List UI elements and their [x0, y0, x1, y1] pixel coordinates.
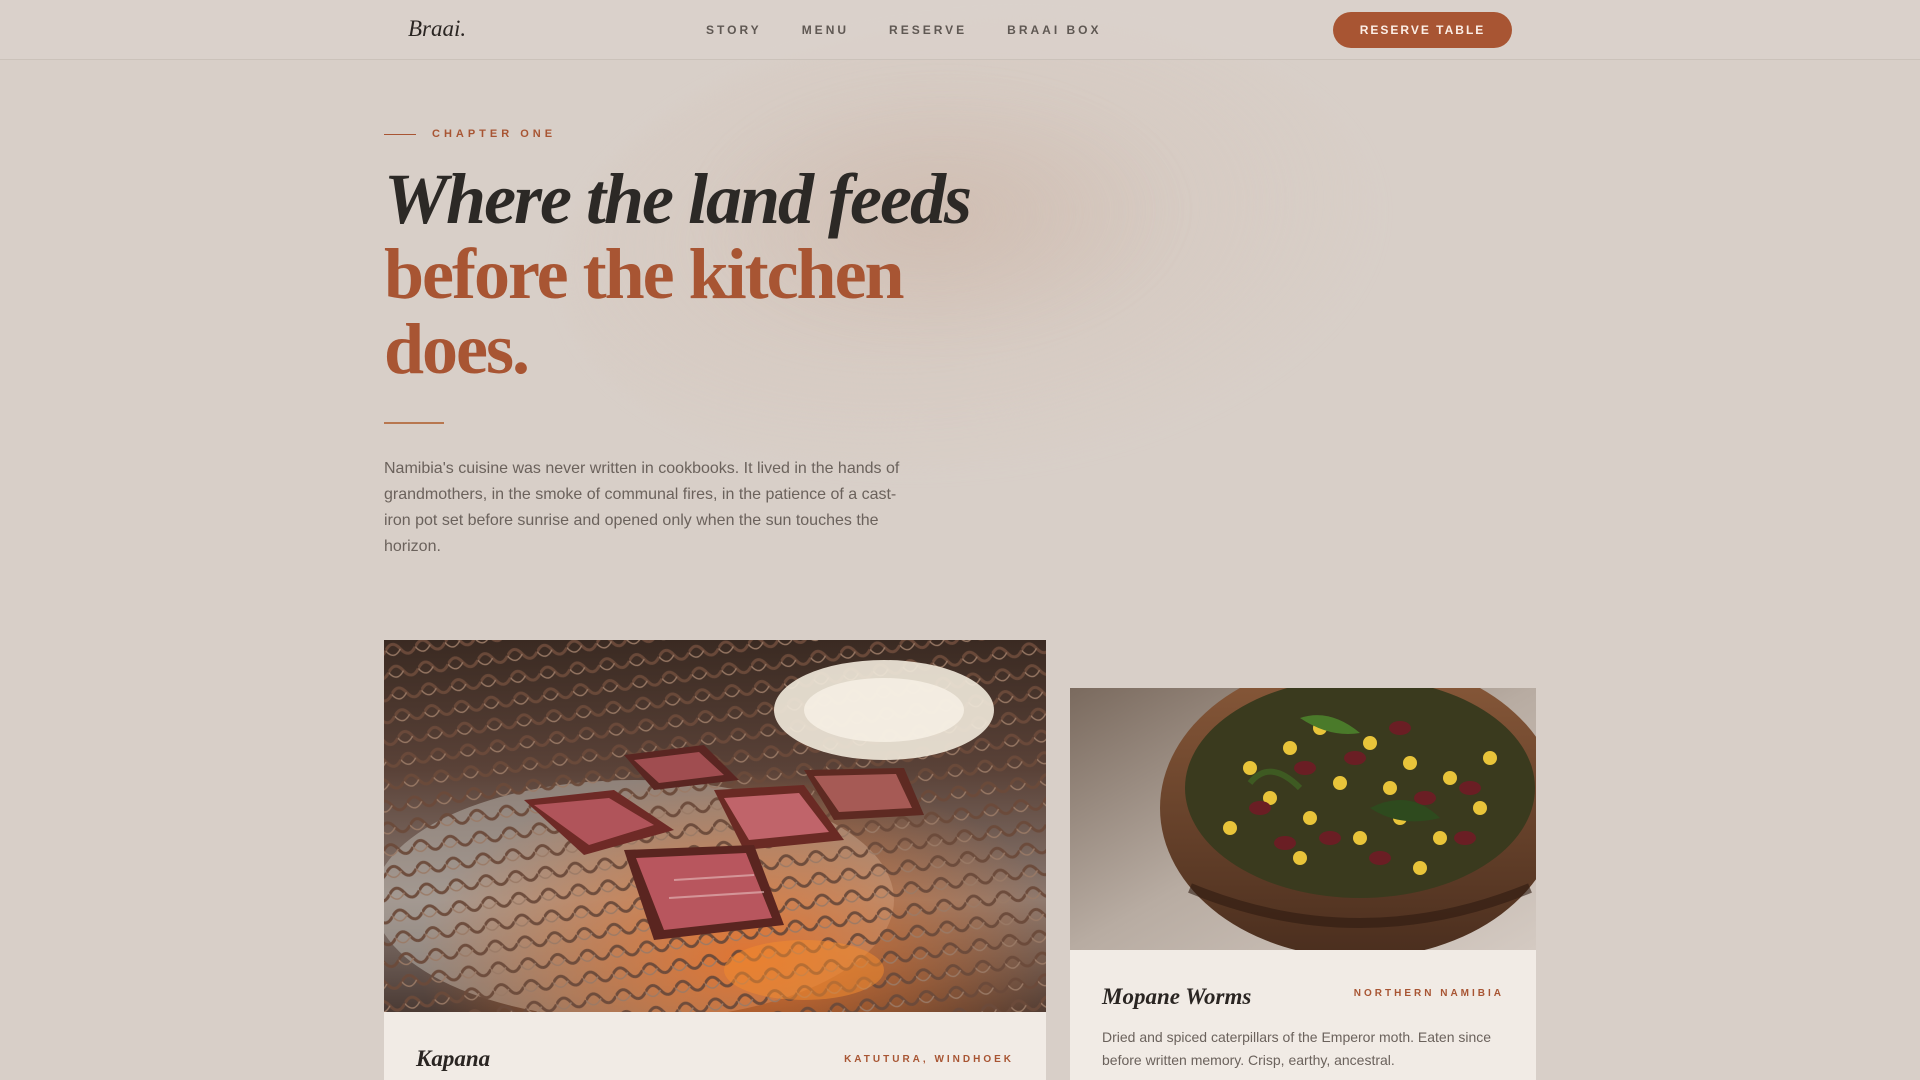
dish-description: Dried and spiced caterpillars of the Emp… [1102, 1029, 1492, 1068]
nav-links: STORY MENU RESERVE BRAAI BOX [706, 23, 1102, 37]
eyebrow-label: CHAPTER ONE [432, 128, 557, 140]
headline-line-2: before the kitchen [384, 234, 905, 314]
reserve-table-button[interactable]: RESERVE TABLE [1333, 12, 1512, 48]
top-navigation: Braai. STORY MENU RESERVE BRAAI BOX RESE… [0, 0, 1920, 60]
headline-line-3: does. [384, 309, 530, 389]
bean-corn-bowl-photo-icon [1070, 688, 1536, 950]
brand-logo[interactable]: Braai. [408, 16, 466, 42]
hero-headline: Where the land feeds before the kitchen … [384, 159, 972, 389]
eyebrow-rule [384, 133, 416, 135]
grilled-meat-photo-icon [384, 640, 1046, 1012]
hero-divider [384, 422, 444, 424]
nav-link-menu[interactable]: MENU [802, 23, 849, 37]
dish-region: NORTHERN NAMIBIA [1353, 988, 1504, 999]
dish-region: KATUTURA, WINDHOEK [844, 1054, 1014, 1065]
dish-title: Kapana [416, 1046, 491, 1071]
nav-link-reserve[interactable]: RESERVE [889, 23, 967, 37]
dish-card-kapana[interactable]: Kapana KATUTURA, WINDHOEK [384, 640, 1046, 1080]
chapter-eyebrow: CHAPTER ONE [384, 128, 556, 140]
nav-link-story[interactable]: STORY [706, 23, 762, 37]
headline-line-1: Where the land feeds [384, 159, 972, 239]
hero-intro-text: Namibia's cuisine was never written in c… [384, 460, 900, 555]
nav-link-braai-box[interactable]: BRAAI BOX [1007, 23, 1101, 37]
dish-title: Mopane Worms [1102, 984, 1252, 1009]
dish-card-mopane-worms[interactable]: Mopane Worms NORTHERN NAMIBIA Dried and … [1070, 688, 1536, 1080]
